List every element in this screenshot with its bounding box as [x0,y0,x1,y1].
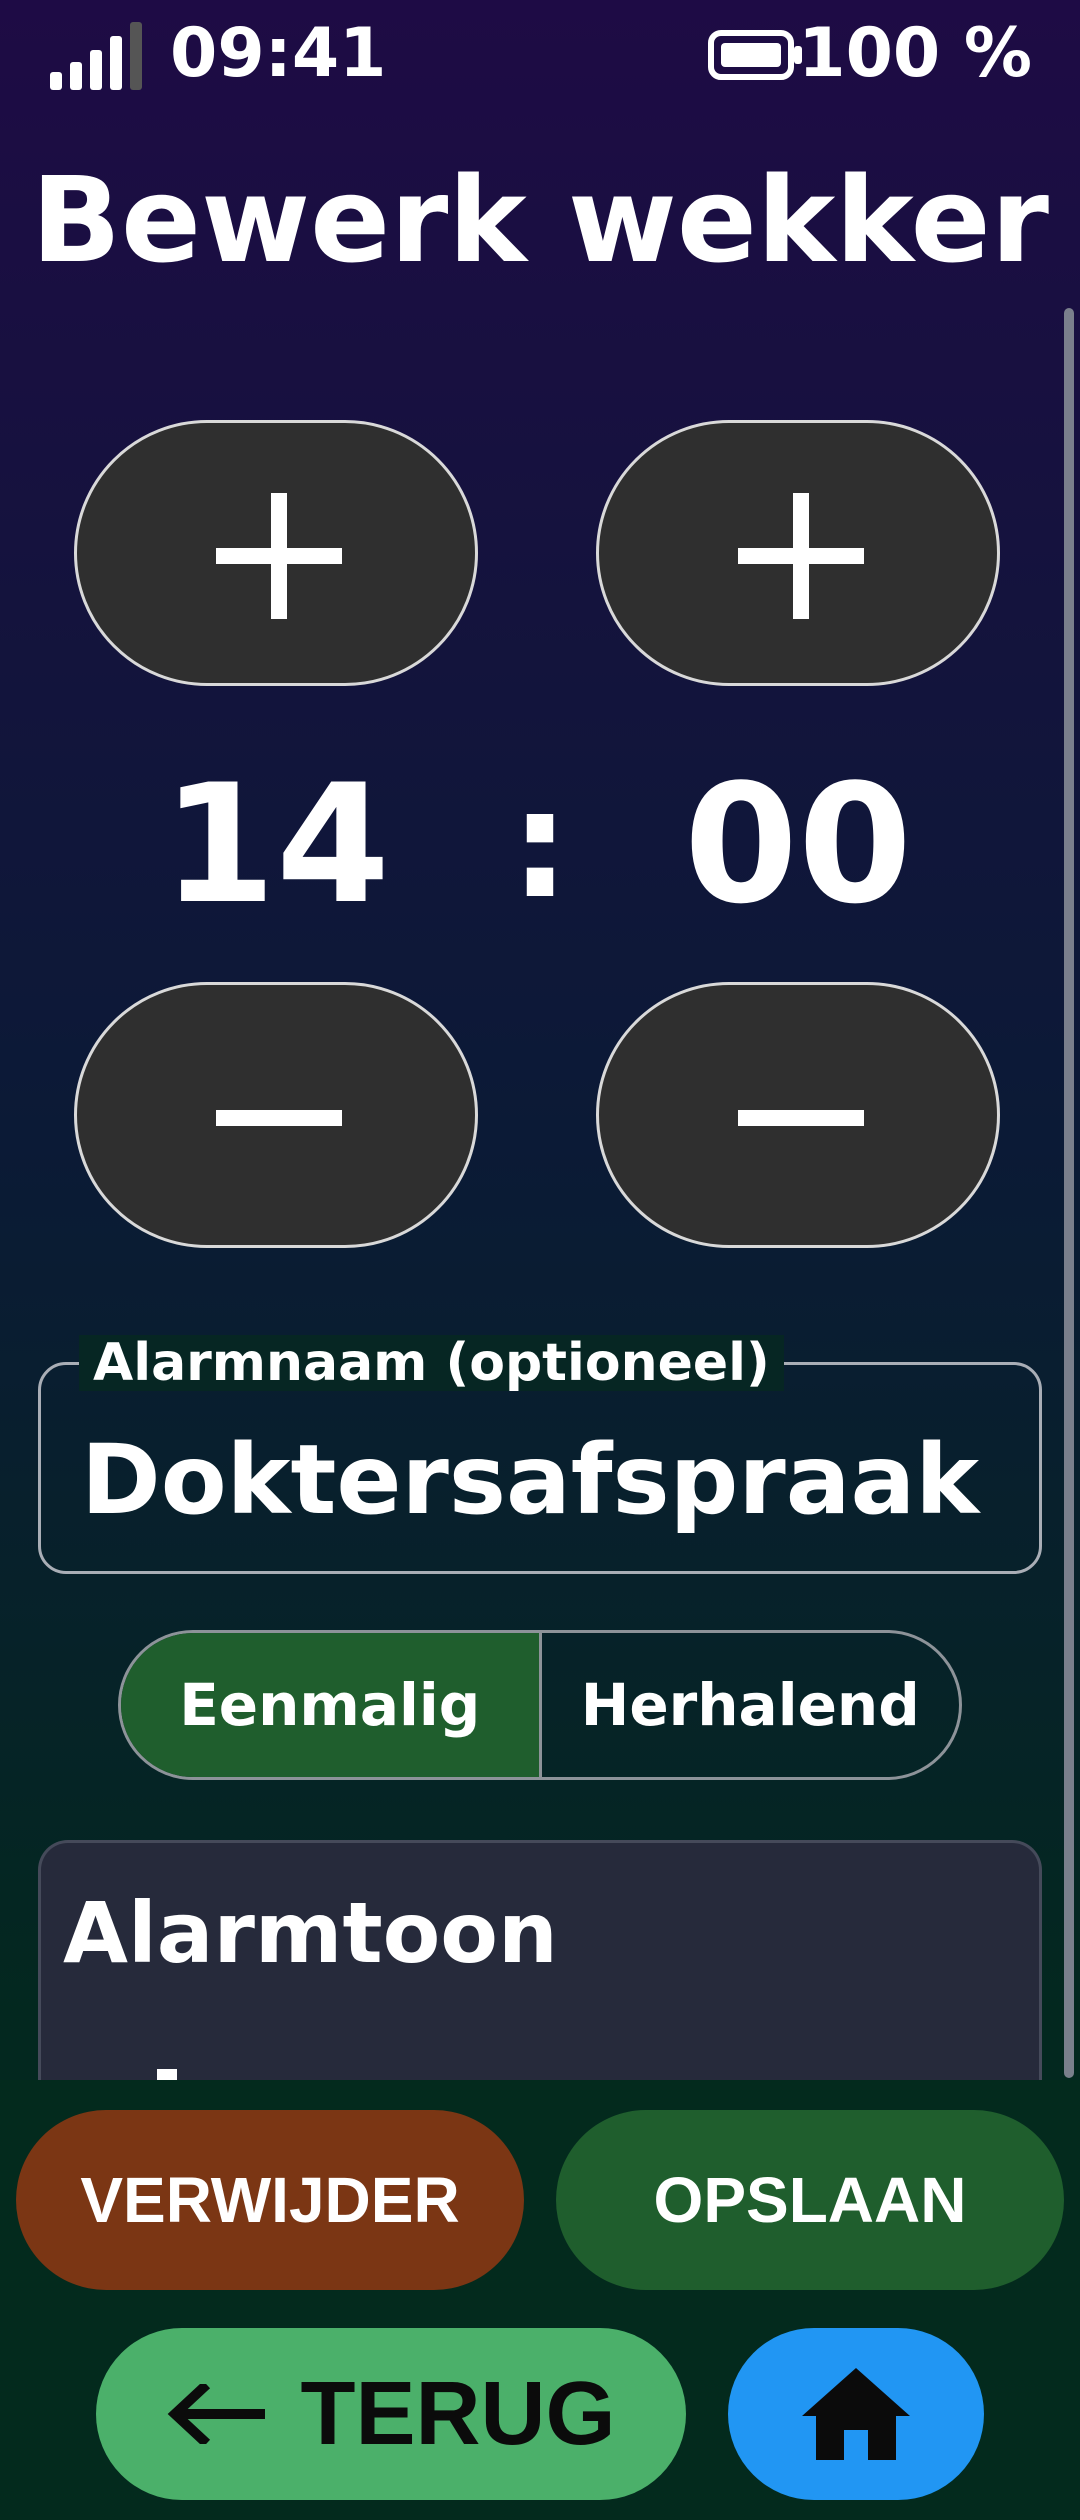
tone-list-peek [157,2069,177,2080]
minutes-value: 00 [683,749,913,940]
time-separator: : [510,758,570,932]
alarm-name-value[interactable]: Doktersafspraak [81,1425,979,1535]
home-icon [802,2368,910,2460]
minutes-increase-button[interactable] [596,420,1000,686]
alarm-name-field[interactable]: Alarmnaam (optioneel) Doktersafspraak [38,1335,1042,1574]
hours-increase-button[interactable] [74,420,478,686]
delete-button[interactable]: VERWIJDER [16,2110,524,2290]
alarm-tone-card[interactable]: Alarmtoon [38,1840,1042,2080]
minus-icon [216,1110,342,1126]
status-bar: 09:41 100 % [0,0,1080,110]
save-button[interactable]: OPSLAAN [556,2110,1064,2290]
arrow-left-icon [167,2384,265,2444]
segment-repeating[interactable]: Herhalend [538,1633,960,1777]
scrollbar[interactable] [1064,308,1074,2078]
minus-icon [738,1110,864,1126]
plus-icon [738,493,864,619]
home-button[interactable] [728,2328,984,2500]
battery-icon [708,30,802,80]
hours-decrease-button[interactable] [74,982,478,1248]
signal-icon [50,22,142,90]
back-button-label: TERUG [300,2363,616,2464]
plus-icon [216,493,342,619]
hours-value: 14 [161,749,391,940]
segment-once[interactable]: Eenmalig [121,1633,539,1777]
alarm-tone-title: Alarmtoon [63,1884,558,1982]
back-button[interactable]: TERUG [96,2328,686,2500]
repeat-toggle: Eenmalig Herhalend [118,1630,962,1780]
minutes-decrease-button[interactable] [596,982,1000,1248]
bottom-action-bar: VERWIJDER OPSLAAN TERUG [0,2080,1080,2520]
alarm-name-label: Alarmnaam (optioneel) [79,1335,784,1391]
status-time: 09:41 [170,14,387,93]
page-title: Bewerk wekker [31,151,1049,289]
battery-percentage: 100 % [798,14,1032,93]
